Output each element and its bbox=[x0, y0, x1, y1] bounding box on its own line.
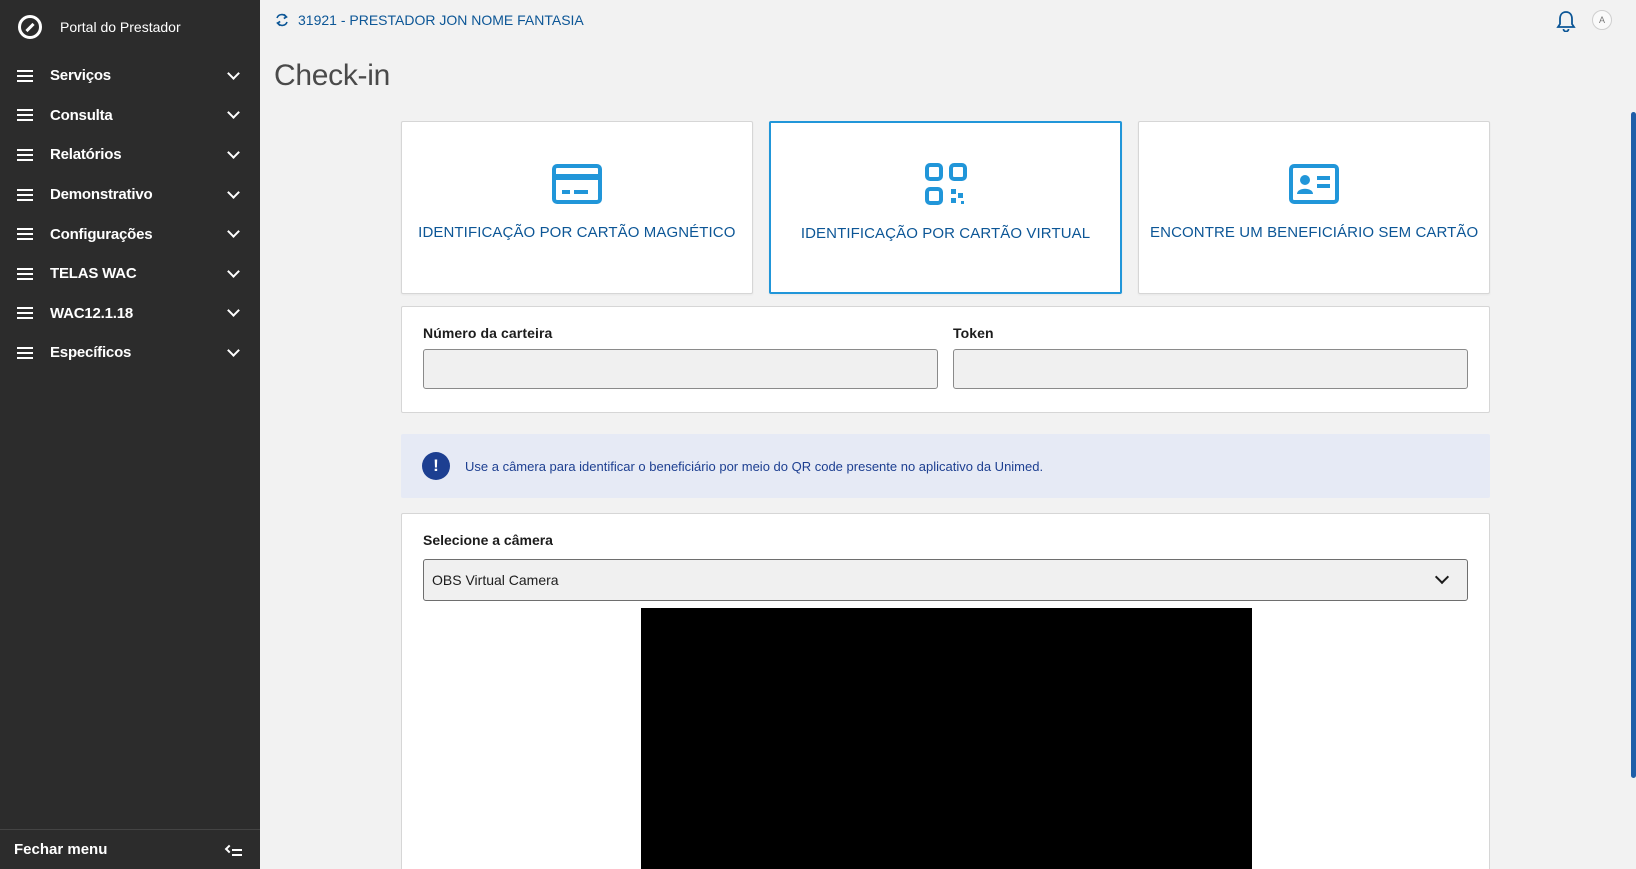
sidebar-item-relatorios[interactable]: Relatórios bbox=[0, 135, 260, 175]
menu-icon bbox=[17, 109, 33, 122]
exclamation-icon: ! bbox=[422, 452, 450, 480]
sidebar-item-wac12[interactable]: WAC12.1.18 bbox=[0, 294, 260, 334]
camera-select-label: Selecione a câmera bbox=[423, 532, 553, 548]
menu-icon bbox=[17, 228, 33, 241]
brand-logo-icon bbox=[18, 15, 42, 39]
sidebar-item-especificos[interactable]: Específicos bbox=[0, 333, 260, 373]
sidebar: Portal do Prestador Serviços Consulta Re… bbox=[0, 0, 260, 869]
chevron-down-icon bbox=[227, 66, 240, 80]
sidebar-item-consulta[interactable]: Consulta bbox=[0, 96, 260, 136]
menu-icon bbox=[17, 307, 33, 320]
camera-preview bbox=[641, 608, 1252, 869]
sidebar-item-label: WAC12.1.18 bbox=[50, 304, 134, 322]
brand[interactable]: Portal do Prestador bbox=[0, 0, 260, 54]
chevron-down-icon bbox=[227, 304, 240, 318]
app-title: Portal do Prestador bbox=[60, 19, 181, 35]
menu-icon bbox=[17, 148, 33, 161]
close-menu-button[interactable]: Fechar menu bbox=[0, 829, 260, 869]
menu-icon bbox=[17, 69, 33, 82]
chevron-down-icon bbox=[227, 264, 240, 278]
menu-icon bbox=[17, 267, 33, 280]
sidebar-item-configuracoes[interactable]: Configurações bbox=[0, 214, 260, 254]
identification-options: IDENTIFICAÇÃO POR CARTÃO MAGNÉTICO IDENT… bbox=[401, 121, 1491, 294]
camera-section: Selecione a câmera OBS Virtual Camera bbox=[401, 513, 1490, 869]
page-scrollbar[interactable] bbox=[1631, 112, 1636, 778]
wallet-token-form: Número da carteira Token bbox=[401, 306, 1490, 413]
sidebar-item-label: Demonstrativo bbox=[50, 186, 153, 204]
swap-provider-icon[interactable] bbox=[275, 13, 289, 27]
token-input[interactable] bbox=[953, 349, 1468, 389]
topbar: 31921 - PRESTADOR JON NOME FANTASIA A bbox=[260, 0, 1636, 40]
info-alert: ! Use a câmera para identificar o benefi… bbox=[401, 434, 1490, 498]
sidebar-item-telas-wac[interactable]: TELAS WAC bbox=[0, 254, 260, 294]
sidebar-item-servicos[interactable]: Serviços bbox=[0, 56, 260, 96]
avatar[interactable]: A bbox=[1592, 10, 1612, 30]
chevron-down-icon bbox=[227, 225, 240, 239]
sidebar-item-label: Consulta bbox=[50, 106, 113, 124]
camera-select-value: OBS Virtual Camera bbox=[432, 572, 559, 588]
chevron-down-icon bbox=[227, 344, 240, 357]
no-card-option[interactable]: ENCONTRE UM BENEFICIÁRIO SEM CARTÃO bbox=[1138, 121, 1491, 294]
token-field: Token bbox=[953, 325, 1468, 389]
magnetic-card-option[interactable]: IDENTIFICAÇÃO POR CARTÃO MAGNÉTICO bbox=[401, 121, 753, 294]
wallet-number-label: Número da carteira bbox=[423, 325, 553, 341]
sidebar-item-label: Serviços bbox=[50, 67, 111, 85]
wallet-number-input[interactable] bbox=[423, 349, 938, 389]
sidebar-item-label: Específicos bbox=[50, 344, 132, 362]
card-option-label: IDENTIFICAÇÃO POR CARTÃO MAGNÉTICO bbox=[418, 224, 736, 241]
bell-icon[interactable] bbox=[1556, 10, 1576, 32]
collapse-menu-icon bbox=[224, 844, 242, 856]
page-title: Check-in bbox=[274, 59, 390, 92]
menu-icon bbox=[17, 346, 33, 359]
qr-code-icon bbox=[924, 163, 967, 205]
virtual-card-option[interactable]: IDENTIFICAÇÃO POR CARTÃO VIRTUAL bbox=[768, 121, 1123, 294]
id-card-icon bbox=[1289, 164, 1340, 204]
menu-icon bbox=[17, 188, 33, 201]
sidebar-item-label: Relatórios bbox=[50, 146, 122, 164]
alert-text: Use a câmera para identificar o benefici… bbox=[465, 458, 1044, 474]
sidebar-item-label: Configurações bbox=[50, 225, 153, 243]
credit-card-icon bbox=[551, 164, 602, 204]
sidebar-item-demonstrativo[interactable]: Demonstrativo bbox=[0, 175, 260, 215]
chevron-down-icon bbox=[227, 185, 240, 199]
token-label: Token bbox=[953, 325, 994, 341]
card-option-label: IDENTIFICAÇÃO POR CARTÃO VIRTUAL bbox=[800, 225, 1091, 242]
provider-name[interactable]: 31921 - PRESTADOR JON NOME FANTASIA bbox=[298, 12, 584, 28]
sidebar-nav: Serviços Consulta Relatórios Demonstrati… bbox=[0, 56, 260, 373]
chevron-down-icon bbox=[227, 146, 240, 159]
chevron-down-icon bbox=[1434, 569, 1450, 585]
sidebar-item-label: TELAS WAC bbox=[50, 265, 137, 283]
camera-select[interactable]: OBS Virtual Camera bbox=[423, 559, 1468, 601]
card-option-label: ENCONTRE UM BENEFICIÁRIO SEM CARTÃO bbox=[1150, 224, 1479, 241]
wallet-field: Número da carteira bbox=[423, 325, 938, 389]
close-menu-label: Fechar menu bbox=[14, 841, 108, 858]
chevron-down-icon bbox=[227, 106, 240, 120]
